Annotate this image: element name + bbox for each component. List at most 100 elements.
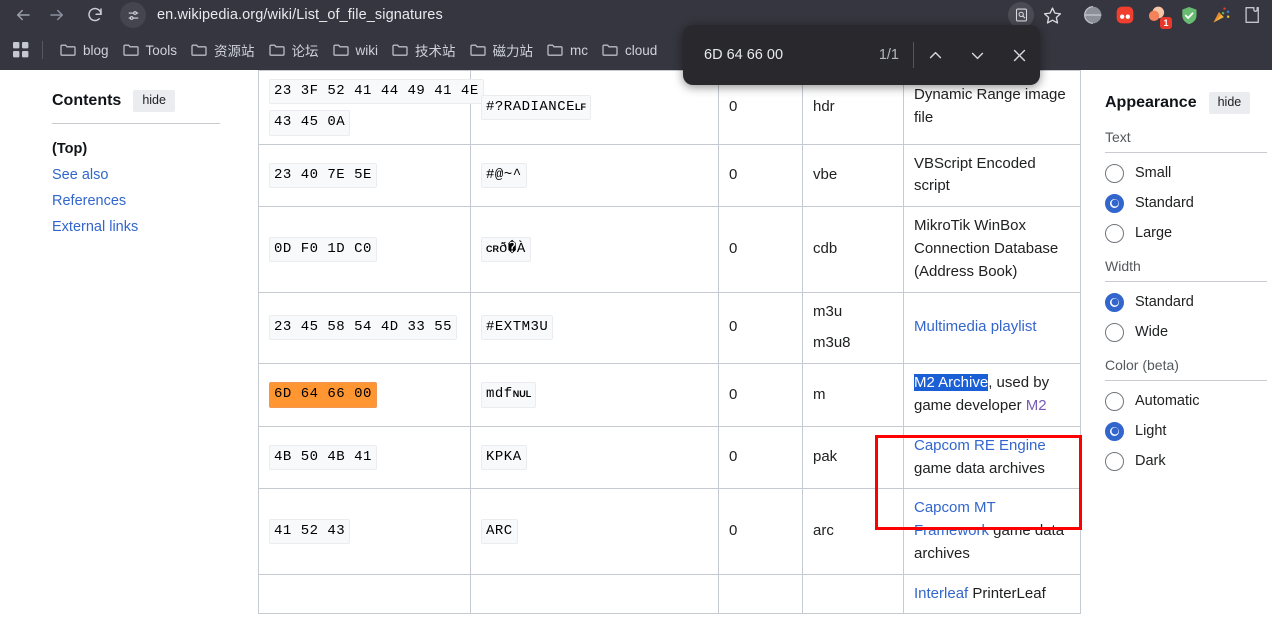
bookmark-item-blog[interactable]: blog	[53, 40, 116, 61]
offset-cell: 0	[718, 363, 803, 427]
option-label: Standard	[1135, 195, 1194, 212]
appearance-sidebar: Appearance hide Text Small Standard Larg…	[1087, 70, 1272, 622]
folder-icon	[602, 43, 618, 57]
radio-icon-selected[interactable]	[1105, 421, 1124, 441]
find-input[interactable]: 6D 64 66 00	[704, 47, 879, 63]
radio-icon[interactable]	[1105, 451, 1124, 471]
hex-bytes: 23 45 58 54 4D 33 55	[269, 315, 458, 341]
star-icon[interactable]	[1038, 1, 1066, 29]
back-button[interactable]	[8, 1, 38, 29]
description-text: PrinterLeaf	[968, 584, 1046, 602]
table-row: 41 52 43 ARC 0 arc Capcom MT Framework g…	[258, 488, 1081, 575]
appearance-divider	[1105, 151, 1267, 153]
bookmark-item-wiki[interactable]: wiki	[326, 40, 386, 61]
table-row: 23 45 58 54 4D 33 55 #EXTM3U 0 m3u m3u8 …	[258, 292, 1081, 365]
hex-signature-cell: 23 3F 52 41 44 49 41 4E 43 45 0A	[258, 70, 484, 145]
appearance-option-width-standard[interactable]: Standard	[1105, 292, 1262, 312]
toc-item-top[interactable]: (Top)	[52, 136, 212, 162]
tune-icon[interactable]	[120, 2, 146, 28]
toc-item-see-also[interactable]: See also	[52, 162, 212, 188]
appearance-divider	[1105, 379, 1267, 381]
appearance-option-color-dark[interactable]: Dark	[1105, 451, 1262, 471]
radio-icon-selected[interactable]	[1105, 193, 1124, 213]
description-visited-link[interactable]: M2	[1026, 397, 1047, 414]
extension-badge-count: 1	[1160, 17, 1172, 29]
description-link[interactable]: Capcom RE Engine	[914, 437, 1046, 454]
table-of-contents-sidebar: Contents hide (Top) See also References …	[0, 70, 230, 622]
appearance-option-color-light[interactable]: Light	[1105, 421, 1262, 441]
hex-signature-cell	[258, 574, 471, 615]
find-next-button[interactable]	[956, 35, 998, 75]
url-text[interactable]: en.wikipedia.org/wiki/List_of_file_signa…	[157, 7, 443, 23]
appearance-group-text-label: Text	[1105, 128, 1131, 145]
description-cell: Capcom MT Framework game data archives	[903, 488, 1081, 575]
description-cell: VBScript Encoded script	[903, 144, 1081, 208]
ascii-signature-cell: CRð�À	[470, 206, 719, 293]
page-content: Contents hide (Top) See also References …	[0, 70, 1272, 622]
extension-cell: m3u m3u8	[802, 292, 904, 365]
offset-cell: 0	[718, 292, 803, 365]
appearance-option-text-large[interactable]: Large	[1105, 223, 1262, 243]
toc-hide-button[interactable]: hide	[133, 90, 175, 112]
toc-title: Contents	[52, 91, 122, 109]
bookmarks-bar: blog Tools 资源站 论坛 wiki 技术站 磁力站 mc cloud	[0, 30, 1272, 70]
appearance-option-width-wide[interactable]: Wide	[1105, 322, 1262, 342]
red-extension-icon[interactable]	[1114, 4, 1136, 26]
confetti-extension-icon[interactable]	[1210, 4, 1232, 26]
extension-value: m3u8	[813, 334, 851, 352]
bookmark-label: 技术站	[415, 44, 456, 59]
hex-bytes: 0D F0 1D C0	[269, 236, 377, 262]
peach-extension-icon[interactable]: 1	[1146, 4, 1172, 29]
bookmark-item-cloud[interactable]: cloud	[595, 40, 664, 61]
radio-icon[interactable]	[1105, 223, 1124, 243]
toc-list: (Top) See also References External links	[52, 136, 212, 240]
bookmark-item-cilizhan[interactable]: 磁力站	[463, 37, 541, 63]
description-link[interactable]: Capcom MT Framework	[914, 499, 995, 539]
appearance-option-text-small[interactable]: Small	[1105, 163, 1262, 183]
adblock-shield-extension-icon[interactable]	[1178, 4, 1200, 26]
bookmark-item-luntan[interactable]: 论坛	[262, 37, 326, 63]
table-row: Interleaf PrinterLeaf	[258, 574, 1081, 615]
description-link[interactable]: Interleaf	[914, 585, 968, 602]
reload-button[interactable]	[80, 1, 110, 29]
toc-item-references[interactable]: References	[52, 188, 212, 214]
ascii-signature-cell: mdfNUL	[470, 363, 719, 427]
radio-icon-selected[interactable]	[1105, 292, 1124, 312]
selected-text: M2 Archive	[914, 374, 989, 392]
ascii-signature-cell: KPKA	[470, 426, 719, 490]
find-previous-button[interactable]	[914, 35, 956, 75]
bookmark-item-ziyuanzhan[interactable]: 资源站	[184, 37, 262, 63]
extension-cell: vbe	[802, 144, 904, 208]
toc-item-external-links[interactable]: External links	[52, 214, 212, 240]
appearance-hide-button[interactable]: hide	[1208, 92, 1251, 114]
apps-grid-icon[interactable]	[10, 39, 32, 61]
option-label: Automatic	[1135, 393, 1200, 410]
description-link[interactable]: Multimedia playlist	[914, 318, 1037, 335]
appearance-title: Appearance	[1105, 93, 1197, 111]
hex-signature-cell: 23 45 58 54 4D 33 55	[258, 292, 471, 365]
ascii-signature-cell	[470, 574, 719, 615]
bookmark-item-mc[interactable]: mc	[540, 40, 595, 61]
folder-icon	[60, 43, 76, 57]
radio-icon[interactable]	[1105, 391, 1124, 411]
bookmark-label: cloud	[625, 42, 658, 58]
option-label: Wide	[1135, 324, 1169, 341]
extension-value: m3u	[813, 302, 843, 320]
appearance-option-text-standard[interactable]: Standard	[1105, 193, 1262, 213]
ascii-signature-cell: #?RADIANCELF	[470, 70, 719, 145]
radio-icon[interactable]	[1105, 163, 1124, 183]
radio-icon[interactable]	[1105, 322, 1124, 342]
folder-icon	[122, 43, 139, 57]
gray-globe-extension-icon[interactable]	[1082, 4, 1104, 26]
appearance-option-color-automatic[interactable]: Automatic	[1105, 391, 1262, 411]
bookmark-item-jishuzhan[interactable]: 技术站	[385, 37, 463, 63]
bookmarks-separator	[42, 41, 43, 59]
puzzle-piece-icon[interactable]	[1242, 4, 1264, 26]
ascii-text: mdf	[486, 386, 513, 403]
forward-button[interactable]	[42, 1, 72, 29]
extension-cell: m	[802, 363, 904, 427]
close-icon[interactable]	[998, 35, 1040, 75]
appearance-divider	[1105, 280, 1267, 282]
bookmark-item-tools[interactable]: Tools	[116, 40, 185, 61]
extension-cell: pak	[802, 426, 904, 490]
